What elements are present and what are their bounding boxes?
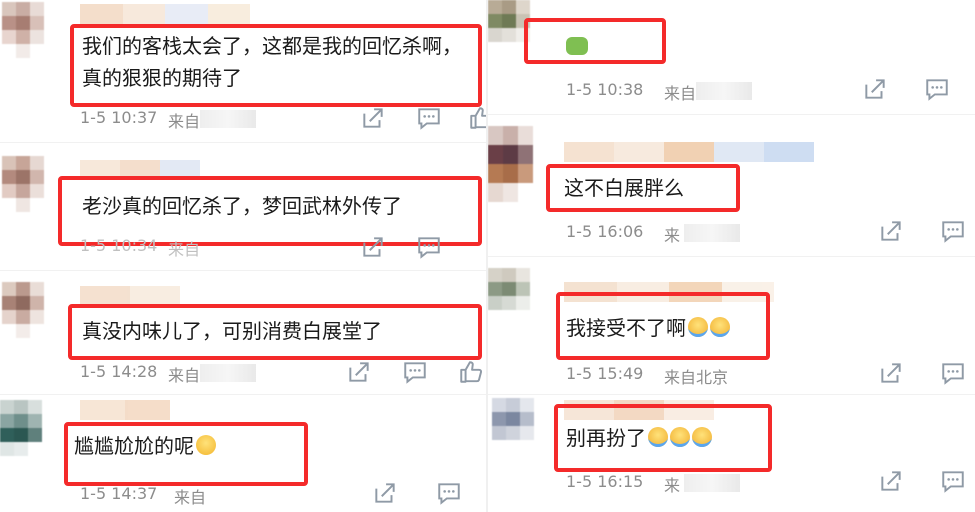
comment-date: 1-5 14:28 — [80, 362, 158, 381]
comment-text: 别再扮了 — [566, 422, 712, 454]
share-icon[interactable] — [878, 360, 904, 386]
blurred-location — [696, 82, 752, 100]
comment-icon[interactable] — [940, 360, 966, 386]
avatar[interactable] — [2, 156, 58, 212]
comment-date: 1-5 14:37 — [80, 484, 158, 503]
blurred-location — [684, 224, 740, 242]
share-icon[interactable] — [346, 359, 372, 385]
comment-source: 来自 — [174, 488, 207, 507]
divider — [488, 256, 975, 257]
divider — [0, 270, 486, 271]
comment-date: 1-5 15:49 — [566, 364, 644, 383]
comment-date: 1-5 10:34 — [80, 236, 158, 255]
right-comment-panel: 1-5 10:38 来自 这不白展胖么 1-5 16:06 来 我接受不了啊 1… — [488, 0, 975, 512]
avatar[interactable] — [2, 282, 58, 338]
comment-icon[interactable] — [416, 234, 442, 260]
crying-emoji-icon — [688, 317, 708, 337]
comment-date: 1-5 10:37 — [80, 108, 158, 127]
comment-date: 1-5 10:38 — [566, 80, 644, 99]
avatar[interactable] — [2, 2, 58, 58]
share-icon[interactable] — [878, 468, 904, 494]
frog-emoji-icon — [566, 37, 588, 55]
comment-icon[interactable] — [416, 105, 442, 131]
comment-source: 来自 — [664, 84, 697, 103]
comment-date: 1-5 16:06 — [566, 222, 644, 241]
blurred-username — [564, 142, 814, 162]
avatar[interactable] — [0, 400, 56, 456]
divider — [488, 114, 975, 115]
comment-source: 来自 — [168, 366, 201, 385]
comment-source: 来 — [664, 476, 681, 495]
crying-emoji-icon — [692, 427, 712, 447]
share-icon[interactable] — [372, 480, 398, 506]
avatar[interactable] — [492, 398, 548, 454]
comment-icon[interactable] — [940, 468, 966, 494]
blurred-username — [80, 400, 170, 420]
like-icon[interactable] — [458, 359, 484, 385]
blurred-location — [200, 364, 256, 382]
share-icon[interactable] — [360, 105, 386, 131]
comment-source: 来 — [664, 226, 681, 245]
comment-icon[interactable] — [940, 218, 966, 244]
divider — [488, 394, 975, 395]
blurred-username — [80, 4, 250, 24]
comment-text — [564, 30, 588, 62]
crying-emoji-icon — [710, 317, 730, 337]
highlight-box — [68, 304, 482, 360]
comment-source: 来自 — [168, 240, 201, 259]
blurred-username — [80, 286, 180, 306]
left-comment-panel: 我们的客栈太会了，这都是我的回忆杀啊， 真的狠狠的期待了 1-5 10:37 来… — [0, 0, 486, 512]
blurred-location — [200, 110, 256, 128]
comment-icon[interactable] — [402, 359, 428, 385]
comment-text: 我接受不了啊 — [566, 312, 730, 344]
like-icon[interactable] — [468, 105, 486, 131]
comment-source: 来自北京 — [664, 368, 729, 387]
share-icon[interactable] — [862, 76, 888, 102]
comment-source: 来自 — [168, 112, 201, 131]
comment-date: 1-5 16:15 — [566, 472, 644, 491]
share-icon[interactable] — [878, 218, 904, 244]
crying-emoji-icon — [648, 427, 668, 447]
comment-text: 这不白展胖么 — [564, 176, 684, 200]
avatar[interactable] — [488, 126, 548, 202]
highlight-box — [64, 422, 308, 486]
highlight-box — [70, 24, 482, 107]
share-icon[interactable] — [360, 234, 386, 260]
highlight-box — [524, 18, 666, 64]
comment-icon[interactable] — [436, 480, 462, 506]
avatar[interactable] — [488, 268, 544, 324]
crying-emoji-icon — [670, 427, 690, 447]
divider — [0, 142, 486, 143]
blurred-location — [684, 474, 740, 492]
comment-icon[interactable] — [924, 76, 950, 102]
divider — [0, 394, 486, 395]
